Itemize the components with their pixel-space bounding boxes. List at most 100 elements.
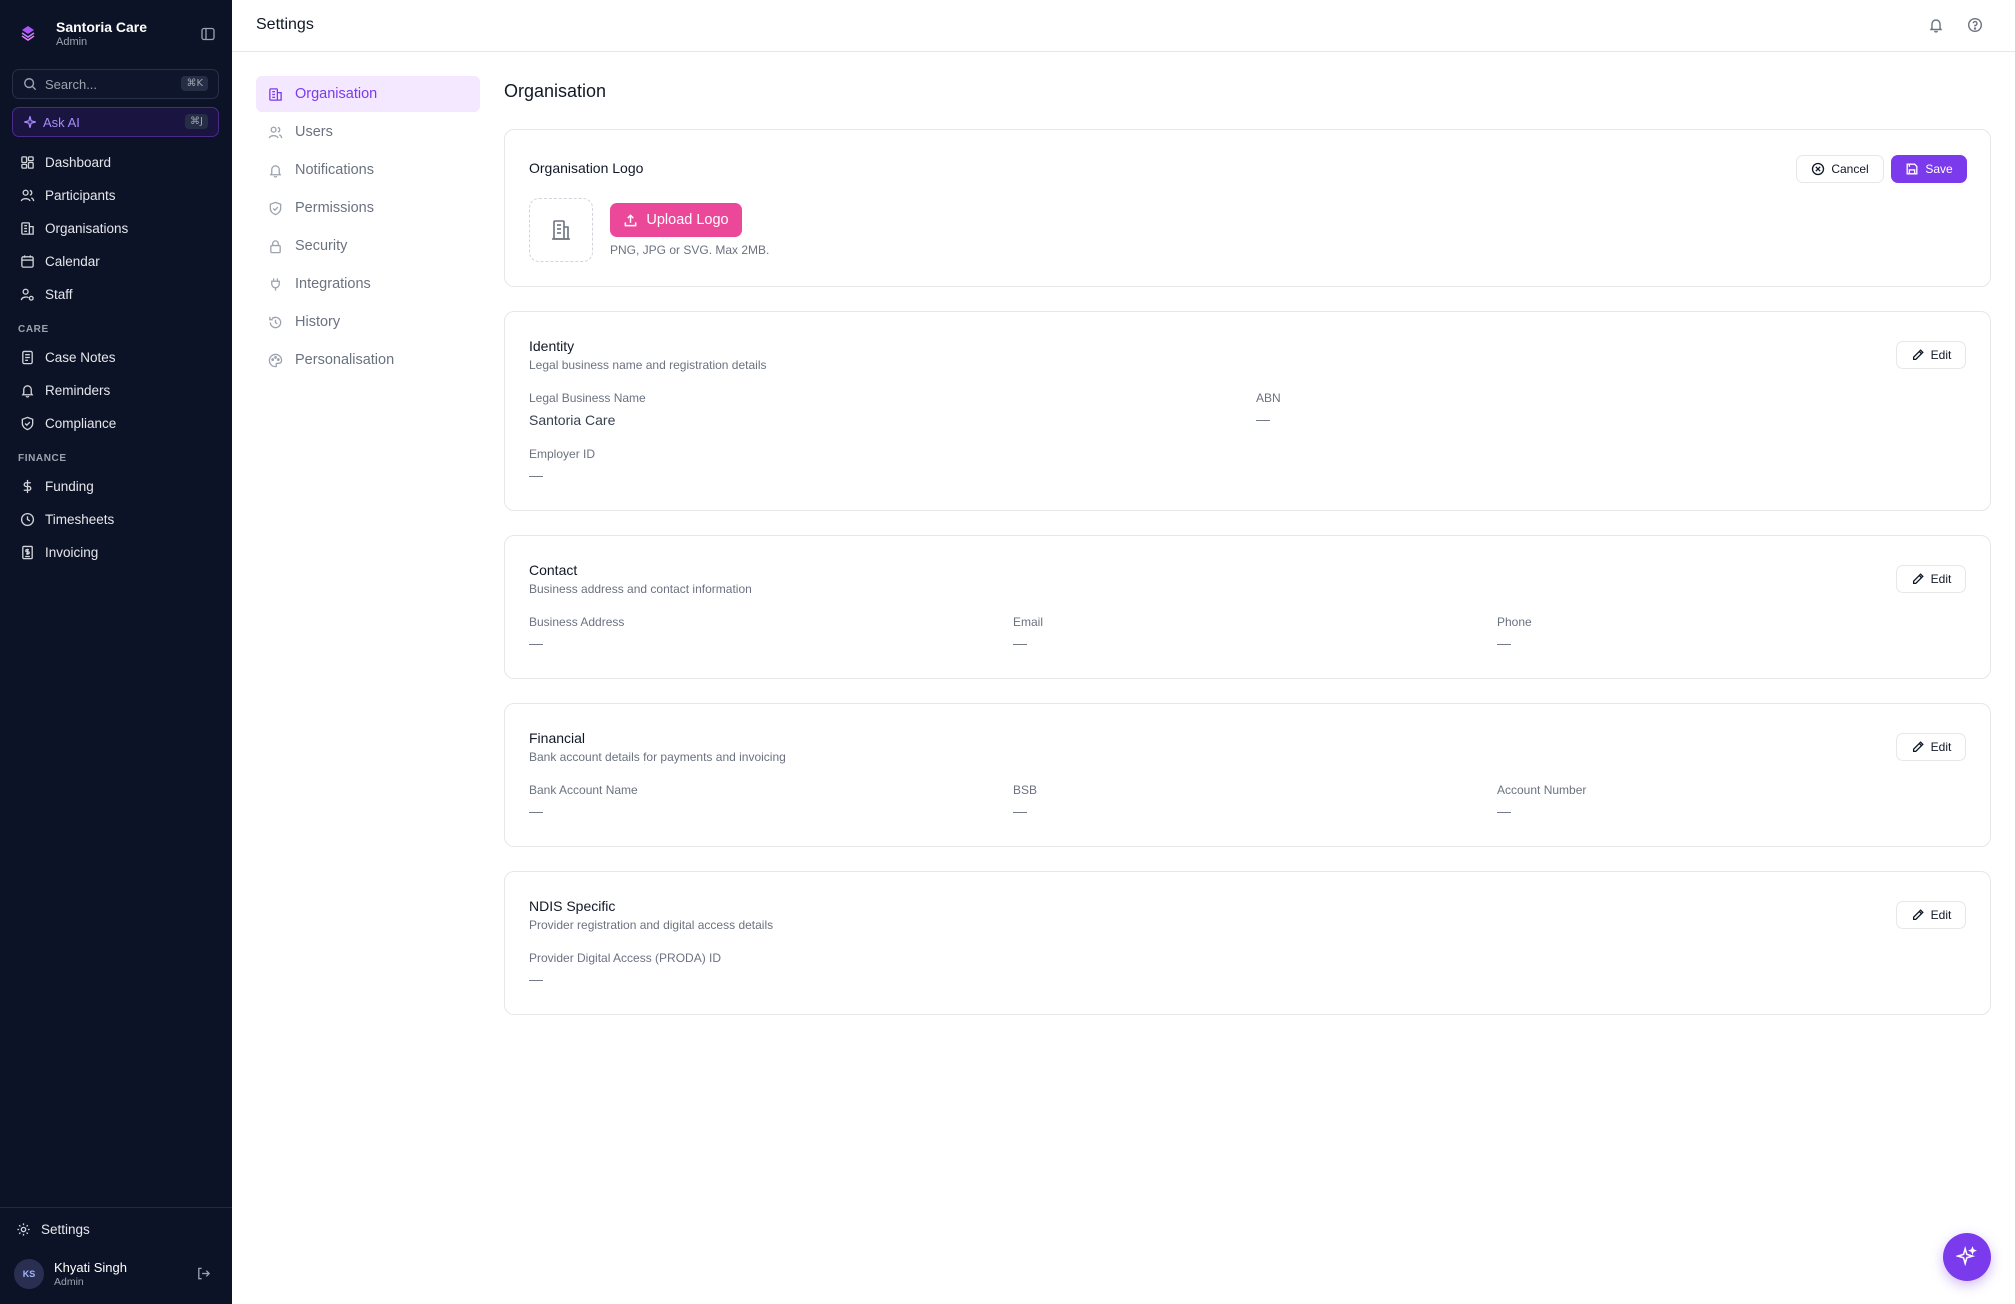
- sidebar-item-label: Participants: [45, 188, 116, 203]
- edit-identity-button[interactable]: Edit: [1896, 341, 1966, 369]
- logout-icon[interactable]: [196, 1266, 211, 1281]
- settings-nav: Organisation Users Notifications Permiss…: [256, 76, 480, 380]
- account-number-label: Account Number: [1497, 783, 1587, 797]
- edit-ndis-button[interactable]: Edit: [1896, 901, 1966, 929]
- card-subtitle: Business address and contact information: [529, 582, 752, 596]
- proda-id-value: —: [529, 971, 543, 987]
- lock-icon: [270, 239, 281, 253]
- sidebar-item-label: Invoicing: [45, 545, 99, 560]
- phone-label: Phone: [1497, 615, 1532, 629]
- business-address-label: Business Address: [529, 615, 625, 629]
- top-header: Settings: [232, 0, 2015, 52]
- users-icon: [268, 126, 283, 138]
- sidebar-item-participants[interactable]: Participants: [12, 179, 220, 212]
- sidebar-item-compliance[interactable]: Compliance: [12, 407, 220, 440]
- ask-ai-label: Ask AI: [43, 114, 80, 130]
- edit-contact-button[interactable]: Edit: [1896, 565, 1966, 593]
- sidebar-item-label: Dashboard: [45, 155, 112, 170]
- save-label: Save: [1925, 162, 1953, 176]
- clock-icon: [20, 512, 35, 527]
- settings-nav-history[interactable]: History: [256, 304, 480, 340]
- employer-id-value: —: [529, 467, 543, 483]
- settings-nav-label: Organisation: [295, 86, 378, 102]
- email-value: —: [1013, 635, 1027, 651]
- card-subtitle: Bank account details for payments and in…: [529, 750, 786, 764]
- sidebar-item-timesheets[interactable]: Timesheets: [12, 503, 220, 536]
- sidebar-item-label: Funding: [45, 479, 94, 494]
- bank-account-name-value: —: [529, 803, 543, 819]
- dollar-icon: [23, 479, 32, 494]
- ndis-specific-card: NDIS Specific Provider registration and …: [504, 871, 1991, 1015]
- logo-placeholder[interactable]: [529, 198, 593, 262]
- ai-assistant-fab[interactable]: [1943, 1233, 1991, 1281]
- upload-hint: PNG, JPG or SVG. Max 2MB.: [610, 243, 770, 257]
- settings-nav-notifications[interactable]: Notifications: [256, 152, 480, 188]
- sidebar-search[interactable]: ⌘K: [12, 69, 219, 99]
- sidebar-item-label: Timesheets: [45, 512, 115, 527]
- settings-nav-integrations[interactable]: Integrations: [256, 266, 480, 302]
- sidebar-footer-divider: [0, 1207, 232, 1208]
- settings-nav-permissions[interactable]: Permissions: [256, 190, 480, 226]
- card-title: NDIS Specific: [529, 898, 616, 914]
- sparkle-icon: [24, 116, 36, 128]
- organisation-logo-card: Organisation Logo Upload Logo PNG, JPG o…: [504, 129, 1991, 287]
- building-icon: [552, 220, 570, 240]
- sidebar-item-invoicing[interactable]: Invoicing: [12, 536, 220, 569]
- upload-icon: [624, 213, 637, 226]
- cancel-button[interactable]: Cancel: [1796, 155, 1884, 183]
- pencil-icon: [1912, 349, 1924, 361]
- business-address-value: —: [529, 635, 543, 651]
- notifications-bell-icon[interactable]: [1928, 17, 1944, 33]
- notes-icon: [22, 350, 33, 365]
- search-icon: [24, 78, 37, 91]
- pencil-icon: [1912, 909, 1924, 921]
- palette-icon: [268, 353, 283, 367]
- settings-nav-security[interactable]: Security: [256, 228, 480, 264]
- sidebar-item-settings[interactable]: Settings: [16, 1222, 90, 1237]
- dashboard-icon: [21, 156, 34, 169]
- shield-check-icon: [269, 201, 282, 215]
- sidebar-item-staff[interactable]: Staff: [12, 278, 220, 311]
- search-input[interactable]: [45, 76, 165, 92]
- employer-id-label: Employer ID: [529, 447, 596, 461]
- sidebar-item-calendar[interactable]: Calendar: [12, 245, 220, 278]
- ask-ai-button[interactable]: Ask AI ⌘J: [12, 107, 219, 137]
- sidebar-item-label: Staff: [45, 287, 73, 302]
- sidebar-collapse-icon[interactable]: [200, 26, 216, 42]
- sidebar-item-label: Case Notes: [45, 350, 116, 365]
- settings-nav-personalisation[interactable]: Personalisation: [256, 342, 480, 378]
- help-icon[interactable]: [1967, 17, 1983, 33]
- sidebar-item-funding[interactable]: Funding: [12, 470, 220, 503]
- user-profile[interactable]: KS Khyati Singh Admin: [14, 1259, 127, 1289]
- edit-label: Edit: [1930, 908, 1952, 922]
- settings-nav-label: Integrations: [295, 276, 371, 292]
- building-icon: [21, 222, 34, 235]
- legal-business-name-label: Legal Business Name: [529, 391, 646, 405]
- bell-icon: [21, 385, 34, 398]
- sidebar-item-dashboard[interactable]: Dashboard: [12, 146, 220, 179]
- avatar: KS: [14, 1259, 44, 1289]
- history-icon: [269, 316, 282, 328]
- invoice-icon: [22, 545, 33, 560]
- sidebar-item-label: Settings: [41, 1222, 90, 1237]
- sidebar-item-label: Compliance: [45, 416, 117, 431]
- save-button[interactable]: Save: [1891, 155, 1967, 183]
- proda-id-label: Provider Digital Access (PRODA) ID: [529, 951, 722, 965]
- brand-logo-icon: [21, 25, 35, 41]
- shield-check-icon: [21, 416, 34, 431]
- settings-nav-organisation[interactable]: Organisation: [256, 76, 480, 112]
- sidebar-item-label: Organisations: [45, 221, 129, 236]
- sidebar-item-reminders[interactable]: Reminders: [12, 374, 220, 407]
- settings-nav-users[interactable]: Users: [256, 114, 480, 150]
- settings-nav-label: History: [295, 314, 341, 330]
- upload-logo-button[interactable]: Upload Logo: [610, 203, 742, 237]
- abn-value: —: [1256, 411, 1270, 427]
- search-shortcut: ⌘K: [181, 76, 208, 91]
- sidebar-item-case-notes[interactable]: Case Notes: [12, 341, 220, 374]
- pencil-icon: [1912, 573, 1924, 585]
- edit-financial-button[interactable]: Edit: [1896, 733, 1966, 761]
- brand[interactable]: Santoria Care Admin: [18, 18, 147, 49]
- bell-icon: [269, 164, 282, 178]
- bank-account-name-label: Bank Account Name: [529, 783, 638, 797]
- sidebar-item-organisations[interactable]: Organisations: [12, 212, 220, 245]
